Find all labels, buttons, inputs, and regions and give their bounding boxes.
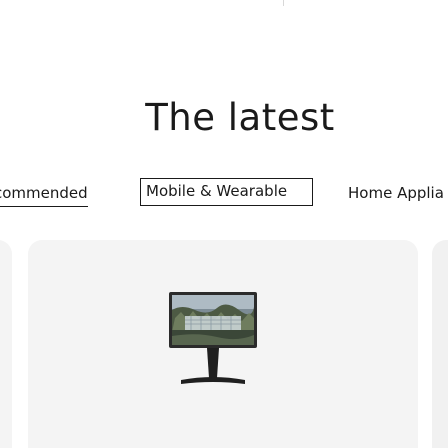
tab-home-appliances[interactable]: Home Applia bbox=[348, 180, 444, 206]
product-card-next[interactable] bbox=[432, 240, 448, 448]
page: The latest commended Mobile & Wearable H… bbox=[0, 0, 448, 448]
section-headline: The latest bbox=[145, 96, 335, 139]
product-thumbnail-icon[interactable] bbox=[167, 290, 259, 390]
tab-recommended[interactable]: commended bbox=[0, 180, 88, 207]
product-card-previous[interactable] bbox=[0, 240, 12, 448]
tab-mobile-wearable[interactable]: Mobile & Wearable bbox=[140, 178, 313, 206]
top-divider bbox=[283, 0, 284, 6]
